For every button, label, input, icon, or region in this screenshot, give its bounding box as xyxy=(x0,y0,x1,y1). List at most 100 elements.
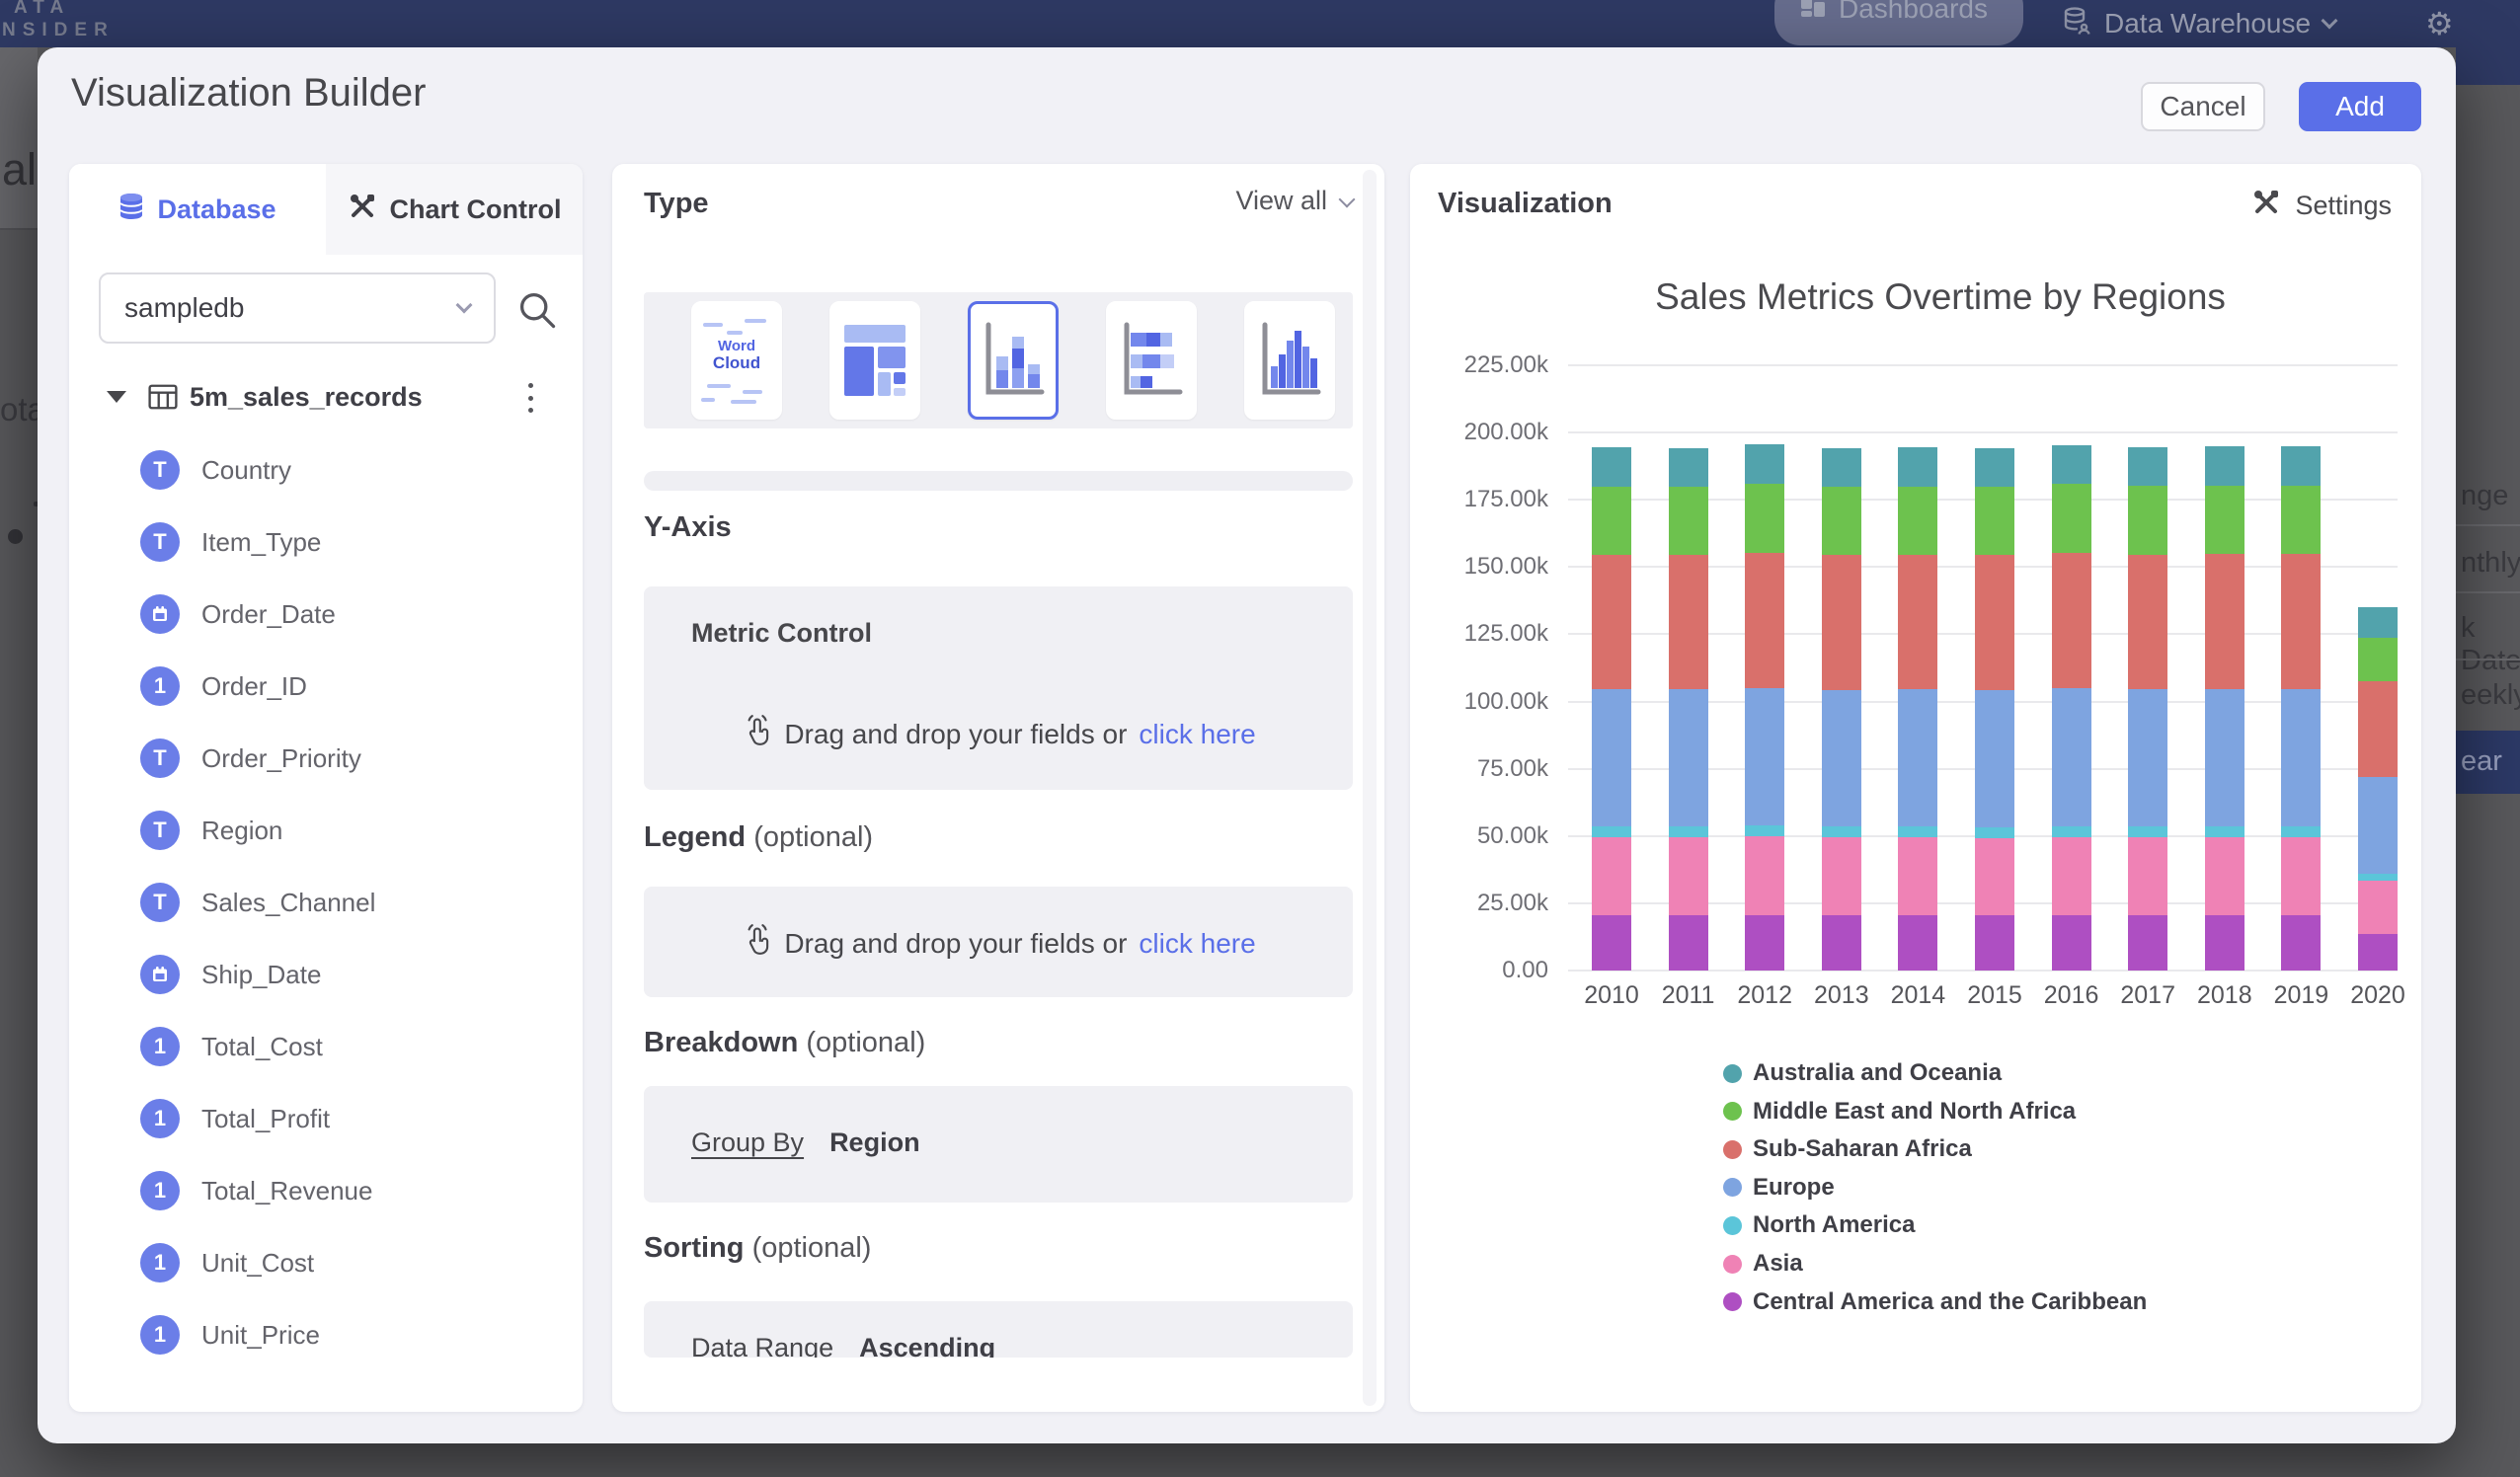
legend-dot xyxy=(1723,1064,1742,1083)
x-axis-tick-label: 2010 xyxy=(1567,981,1656,1010)
stacked-bar-2011 xyxy=(1669,448,1708,971)
legend-label: Australia and Oceania xyxy=(1753,1059,2002,1087)
field-label: Item_Type xyxy=(201,527,321,558)
bar-segment xyxy=(2052,445,2091,485)
x-axis-tick-label: 2017 xyxy=(2103,981,2192,1010)
chart-type-treemap[interactable] xyxy=(829,301,920,420)
field-item-total_cost[interactable]: 1Total_Cost xyxy=(69,1027,583,1070)
field-item-unit_cost[interactable]: 1Unit_Cost xyxy=(69,1243,583,1286)
tools-icon xyxy=(348,192,377,228)
legend-click-here-link[interactable]: click here xyxy=(1139,928,1255,960)
chart-type-word-cloud[interactable]: WordCloud xyxy=(691,301,782,420)
bar-segment xyxy=(2281,837,2321,915)
x-axis-tick-label: 2016 xyxy=(2027,981,2116,1010)
field-item-ship_date[interactable]: Ship_Date xyxy=(69,955,583,998)
field-item-order_id[interactable]: 1Order_ID xyxy=(69,666,583,710)
field-item-item_type[interactable]: TItem_Type xyxy=(69,522,583,566)
legend-item: Asia xyxy=(1723,1249,1803,1279)
bar-segment xyxy=(1669,837,1708,915)
bar-segment xyxy=(1975,555,2014,690)
field-label: Region xyxy=(201,816,282,846)
word-cloud-icon: WordCloud xyxy=(697,311,776,410)
legend-label: Middle East and North Africa xyxy=(1753,1098,2076,1126)
breakdown-optional-label: (optional) xyxy=(806,1027,925,1058)
field-item-total_revenue[interactable]: 1Total_Revenue xyxy=(69,1171,583,1214)
y-axis-tick-label: 125.00k xyxy=(1420,620,1548,648)
breakdown-dropzone[interactable]: Group By Region xyxy=(644,1086,1353,1203)
field-item-total_profit[interactable]: 1Total_Profit xyxy=(69,1099,583,1142)
chart-type-stacked-column[interactable] xyxy=(968,301,1059,420)
drag-drop-text: Drag and drop your fields or xyxy=(784,719,1127,750)
chart-type-column[interactable] xyxy=(1244,301,1335,420)
nav-dashboards[interactable]: Dashboards xyxy=(1774,0,2023,45)
bar-segment xyxy=(2052,484,2091,552)
legend-dot xyxy=(1723,1140,1742,1159)
field-type-date-icon xyxy=(140,594,180,634)
stacked-bar-2013 xyxy=(1822,448,1861,971)
tree-expander-caret-icon[interactable] xyxy=(107,391,126,403)
table-node[interactable]: 5m_sales_records xyxy=(69,375,583,419)
sorting-dropzone[interactable]: Data Range Ascending xyxy=(644,1301,1353,1358)
bar-segment xyxy=(2128,826,2167,837)
x-axis-tick-label: 2013 xyxy=(1797,981,1886,1010)
legend-label: Central America and the Caribbean xyxy=(1753,1288,2147,1316)
x-axis-tick-label: 2011 xyxy=(1644,981,1733,1010)
field-item-order_date[interactable]: Order_Date xyxy=(69,594,583,638)
cancel-button[interactable]: Cancel xyxy=(2141,82,2265,131)
tab-database-label: Database xyxy=(157,194,276,225)
horizontal-scrollbar[interactable] xyxy=(644,471,1353,491)
legend-dot xyxy=(1723,1255,1742,1274)
field-label: Country xyxy=(201,455,291,486)
bar-segment xyxy=(2128,915,2167,971)
field-type-number-icon: 1 xyxy=(140,1099,180,1138)
bar-segment xyxy=(1975,448,2014,487)
legend-dot xyxy=(1723,1292,1742,1311)
group-by-value: Region xyxy=(829,1127,920,1158)
sorting-heading: Sorting (optional) xyxy=(644,1232,871,1265)
stacked-bar-2015 xyxy=(1975,448,2014,971)
bar-segment xyxy=(1898,487,1937,555)
field-item-order_priority[interactable]: TOrder_Priority xyxy=(69,738,583,782)
field-item-sales_channel[interactable]: TSales_Channel xyxy=(69,883,583,926)
data-warehouse-icon xyxy=(2062,6,2091,42)
field-item-country[interactable]: TCountry xyxy=(69,450,583,494)
field-item-unit_price[interactable]: 1Unit_Price xyxy=(69,1315,583,1359)
table-options-menu-icon[interactable] xyxy=(515,381,545,415)
add-button[interactable]: Add xyxy=(2299,82,2421,131)
field-label: Total_Revenue xyxy=(201,1176,372,1206)
bar-segment xyxy=(2358,638,2398,681)
chart-type-stacked-bar[interactable] xyxy=(1106,301,1197,420)
background-selected-row: ear xyxy=(2456,731,2520,794)
tab-database[interactable]: Database xyxy=(69,164,326,255)
stacked-bar-2017 xyxy=(2128,447,2167,971)
field-type-text-icon: T xyxy=(140,738,180,778)
breakdown-heading: Breakdown (optional) xyxy=(644,1027,925,1059)
bar-segment xyxy=(1898,689,1937,826)
database-select[interactable]: sampledb xyxy=(99,272,496,344)
bar-segment xyxy=(1975,827,2014,838)
database-icon xyxy=(118,192,144,228)
gear-icon: ⚙ xyxy=(2425,8,2454,39)
bar-segment xyxy=(2128,447,2167,487)
bar-segment xyxy=(2358,607,2398,638)
legend-dropzone[interactable]: Drag and drop your fields or click here xyxy=(644,887,1353,997)
group-by-control[interactable]: Group By xyxy=(691,1127,804,1158)
field-type-number-icon: 1 xyxy=(140,1243,180,1283)
bar-segment xyxy=(1898,447,1937,487)
bar-segment xyxy=(1669,448,1708,487)
metric-click-here-link[interactable]: click here xyxy=(1139,719,1255,750)
sorting-field-control[interactable]: Data Range xyxy=(691,1333,833,1358)
tab-chart-control[interactable]: Chart Control xyxy=(326,164,583,255)
vertical-scrollbar[interactable] xyxy=(1363,170,1377,1406)
legend-item: Europe xyxy=(1723,1173,1835,1203)
stacked-bar-2012 xyxy=(1745,444,1784,971)
background-text-fragment: al xyxy=(2,144,37,195)
view-all-dropdown[interactable]: View all xyxy=(1126,186,1353,216)
bar-segment xyxy=(2052,837,2091,915)
search-button[interactable] xyxy=(515,288,559,332)
background-row-divider xyxy=(2456,524,2520,526)
top-nav-bar: ATA NSIDER Dashboards Data Warehouse ⚙ S… xyxy=(0,0,2520,47)
nav-data-warehouse[interactable]: Data Warehouse xyxy=(2062,0,2335,47)
field-item-region[interactable]: TRegion xyxy=(69,811,583,854)
metric-control-dropzone[interactable]: Metric Control Drag and drop your fields… xyxy=(644,586,1353,790)
